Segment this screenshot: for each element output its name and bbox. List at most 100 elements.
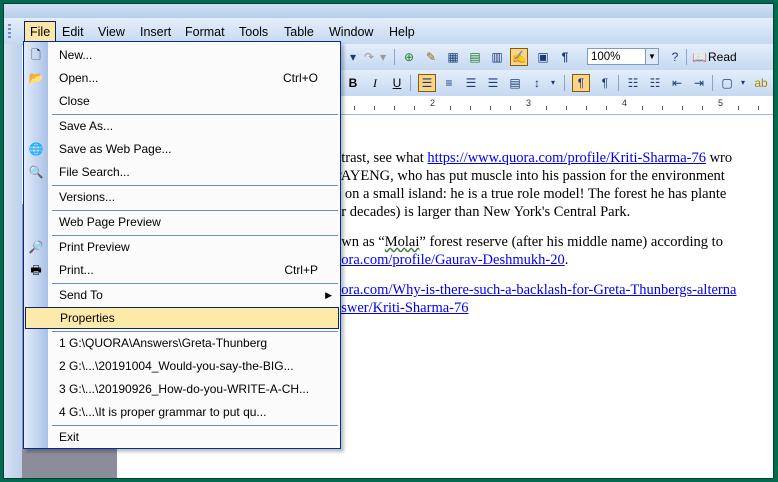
ruler-tick [662, 106, 663, 110]
zoom-select[interactable]: 100% ▼ [587, 48, 659, 65]
numbering-icon[interactable]: ☷ [624, 74, 642, 92]
left-pane [4, 44, 22, 478]
borders-dropdown-icon[interactable]: ▾ [734, 74, 752, 92]
printer-icon: 🖶 [30, 263, 42, 277]
menu-item-close[interactable]: Close [24, 90, 340, 112]
toolbar-separator [564, 75, 565, 91]
toolbar-separator [712, 75, 713, 91]
rtl-text-icon[interactable]: ¶ [596, 74, 614, 92]
document-map-icon[interactable]: ▣ [534, 48, 552, 66]
line-spacing-dropdown-icon[interactable]: ▾ [544, 74, 562, 92]
ruler-tick [586, 106, 587, 110]
menubar-grip[interactable] [8, 24, 11, 38]
ruler-tick [738, 106, 739, 110]
underline-button[interactable]: U [388, 74, 406, 92]
zoom-value: 100% [591, 51, 621, 63]
formatting-toolbar: B I U ☰ ≡ ☰ ☰ ▤ ↕ ▾ ¶ ¶ ☷ ☷ ⇤ ⇥ ▢ ▾ ab [334, 70, 773, 97]
question-link[interactable]: uora.com/Why-is-there-such-a-backlash-fo… [334, 282, 736, 298]
menu-help[interactable]: Help [384, 22, 420, 42]
highlight-icon[interactable]: ab [752, 74, 770, 92]
menu-item-versions[interactable]: Versions... [24, 186, 340, 208]
menu-item-recent-2[interactable]: 2 G:\...\20191004_Would-you-say-the-BIG.… [24, 355, 340, 377]
show-hide-icon[interactable]: ¶ [556, 48, 574, 66]
doc-line: n on a small island: he is a true role m… [334, 186, 727, 202]
doc-line: nswer/Kriti-Sharma-76 [334, 299, 773, 317]
doc-line: own as “Molai” forest reserve (after his… [334, 234, 723, 250]
menu-table[interactable]: Table [279, 22, 319, 42]
menu-item-properties[interactable]: Properties [25, 307, 339, 329]
menu-item-web-page-preview[interactable]: Web Page Preview [24, 211, 340, 233]
redo-dropdown-icon[interactable]: ▾ [374, 48, 392, 66]
answer-link[interactable]: nswer/Kriti-Sharma-76 [334, 300, 469, 316]
menu-item-file-search[interactable]: 🔍 File Search... [24, 161, 340, 183]
hyperlink-icon[interactable]: ⊕ [400, 48, 418, 66]
submenu-arrow-icon: ▶ [325, 290, 332, 300]
ruler-tick [546, 106, 547, 110]
menu-item-recent-3[interactable]: 3 G:\...\20190926_How-do-you-WRITE-A-CH.… [24, 378, 340, 400]
toolbar-separator [686, 49, 687, 65]
read-button[interactable]: 📖 Read [690, 48, 737, 66]
insert-table-icon[interactable]: ▦ [444, 48, 462, 66]
bold-button[interactable]: B [344, 74, 362, 92]
align-left-icon[interactable]: ☰ [418, 74, 436, 92]
increase-indent-icon[interactable]: ⇥ [690, 74, 708, 92]
ruler-tick [702, 106, 703, 110]
insert-excel-icon[interactable]: ▤ [466, 48, 484, 66]
word-window: File Edit View Insert Format Tools Table… [3, 3, 774, 479]
ltr-text-icon[interactable]: ¶ [572, 74, 590, 92]
menu-item-save-as[interactable]: Save As... [24, 115, 340, 137]
new-document-icon: 🗋 [31, 48, 41, 62]
toolbar-separator [410, 75, 411, 91]
toolbar-separator [394, 49, 395, 65]
menu-item-open[interactable]: 📂 Open... Ctrl+O [24, 67, 340, 89]
menu-item-print[interactable]: 🖶 Print... Ctrl+P [24, 259, 340, 281]
justify-icon[interactable]: ☰ [484, 74, 502, 92]
menu-insert[interactable]: Insert [135, 22, 176, 42]
drawing-icon[interactable]: ✍ [510, 48, 528, 66]
menu-window[interactable]: Window [324, 22, 378, 42]
print-preview-icon: 🔎 [28, 240, 44, 254]
menu-item-recent-1[interactable]: 1 G:\QUORA\Answers\Greta-Thunberg [24, 332, 340, 354]
standard-toolbar: ▾ ↷ ▾ ⊕ ✎ ▦ ▤ ▥ ✍ ▣ ¶ 100% ▼ ? 📖 Read [334, 44, 773, 71]
ruler-tick [682, 106, 683, 110]
menu-item-print-preview[interactable]: 🔎 Print Preview [24, 236, 340, 258]
menu-item-recent-4[interactable]: 4 G:\...\It is proper grammar to put qu.… [24, 401, 340, 423]
file-menu-dropdown: 🗋 New... 📂 Open... Ctrl+O Close Save As.… [23, 41, 341, 449]
tables-borders-icon[interactable]: ✎ [422, 48, 440, 66]
bullets-icon[interactable]: ☷ [646, 74, 664, 92]
menu-item-new[interactable]: 🗋 New... [24, 44, 340, 66]
menu-item-save-as-web-page[interactable]: 🌐 Save as Web Page... [24, 138, 340, 160]
menu-view[interactable]: View [93, 22, 130, 42]
italic-button[interactable]: I [366, 74, 384, 92]
doc-line: uora.com/Why-is-there-such-a-backlash-fo… [334, 281, 773, 299]
zoom-dropdown-icon[interactable]: ▼ [645, 49, 658, 64]
ruler-number: 3 [526, 98, 532, 108]
doc-line: or decades) is larger than New York's Ce… [334, 204, 631, 220]
decrease-indent-icon[interactable]: ⇤ [668, 74, 686, 92]
profile-link-gaurav[interactable]: uora.com/profile/Gaurav-Deshmukh-20 [334, 252, 565, 268]
ruler-tick [414, 106, 415, 110]
profile-link-kriti[interactable]: https://www.quora.com/profile/Kriti-Shar… [427, 150, 706, 166]
document-body[interactable]: ntrast, see what https://www.quora.com/p… [334, 149, 773, 317]
ruler-tick [354, 106, 355, 110]
menu-format[interactable]: Format [180, 22, 230, 42]
distributed-icon[interactable]: ▤ [506, 74, 524, 92]
columns-icon[interactable]: ▥ [488, 48, 506, 66]
ruler-tick [490, 106, 491, 110]
doc-line: PAYENG, who has put muscle into his pass… [334, 168, 725, 184]
ruler-number: 5 [718, 98, 724, 108]
help-icon[interactable]: ? [666, 48, 684, 66]
book-icon: 📖 [692, 50, 707, 64]
spelling-flag[interactable]: Molai [385, 234, 420, 250]
ruler-tick [374, 106, 375, 110]
ruler-tick [566, 106, 567, 110]
menu-item-exit[interactable]: Exit [24, 426, 340, 448]
menu-tools[interactable]: Tools [234, 22, 273, 42]
menu-item-send-to[interactable]: Send To ▶ [24, 284, 340, 306]
menu-edit[interactable]: Edit [57, 22, 89, 42]
file-search-icon: 🔍 [28, 165, 44, 179]
ruler-tick [510, 106, 511, 110]
align-center-icon[interactable]: ≡ [440, 74, 458, 92]
menu-file[interactable]: File [24, 21, 57, 43]
align-right-icon[interactable]: ☰ [462, 74, 480, 92]
